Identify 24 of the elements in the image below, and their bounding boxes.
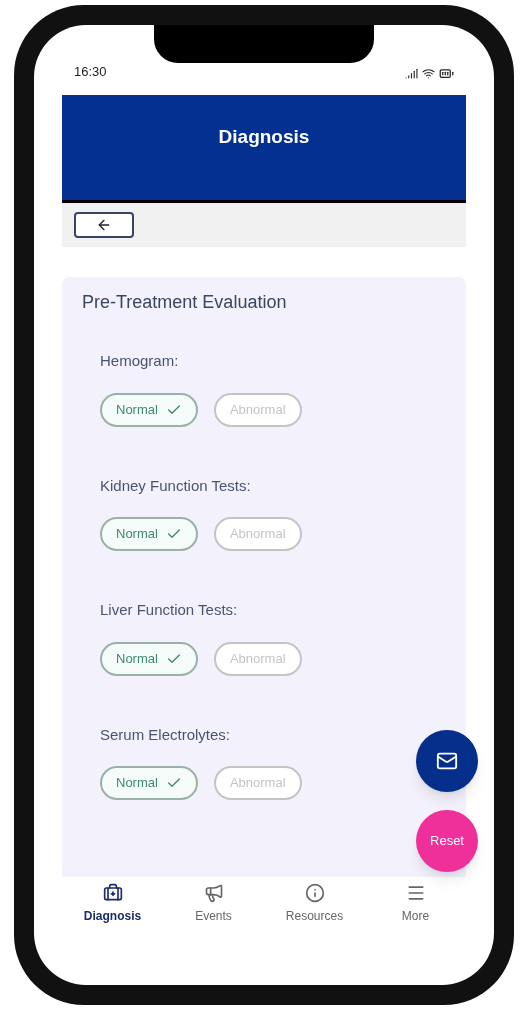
- test-label: Hemogram:: [100, 351, 180, 371]
- option-chip[interactable]: Normal: [100, 766, 198, 800]
- signal-icon: [405, 67, 418, 80]
- test-label: Serum Electrolytes:: [100, 724, 232, 745]
- megaphone-icon: [203, 883, 224, 903]
- test-label: Liver Function Tests:: [100, 600, 239, 620]
- nav-tab[interactable]: Events: [163, 883, 264, 945]
- option-chip[interactable]: Normal: [100, 517, 198, 551]
- option-chip[interactable]: Normal: [100, 392, 198, 427]
- nav-tab[interactable]: Diagnosis: [62, 883, 163, 945]
- option-chip[interactable]: Normal: [100, 641, 198, 676]
- nav-tab[interactable]: More: [365, 883, 466, 945]
- mail-icon: [436, 750, 458, 772]
- test-label: Kidney Function Tests:: [100, 475, 252, 496]
- back-button[interactable]: [74, 212, 134, 238]
- back-arrow-icon: [96, 217, 112, 233]
- wifi-icon: [422, 67, 435, 80]
- battery-icon: [439, 66, 454, 81]
- nav-tab[interactable]: Resources: [264, 883, 365, 945]
- status-time: 16:30: [74, 62, 107, 81]
- medical-case-icon: [102, 883, 123, 903]
- header-title: Diagnosis: [218, 125, 310, 149]
- section-title: Pre-Treatment Evaluation: [82, 291, 288, 314]
- info-icon: [304, 883, 325, 903]
